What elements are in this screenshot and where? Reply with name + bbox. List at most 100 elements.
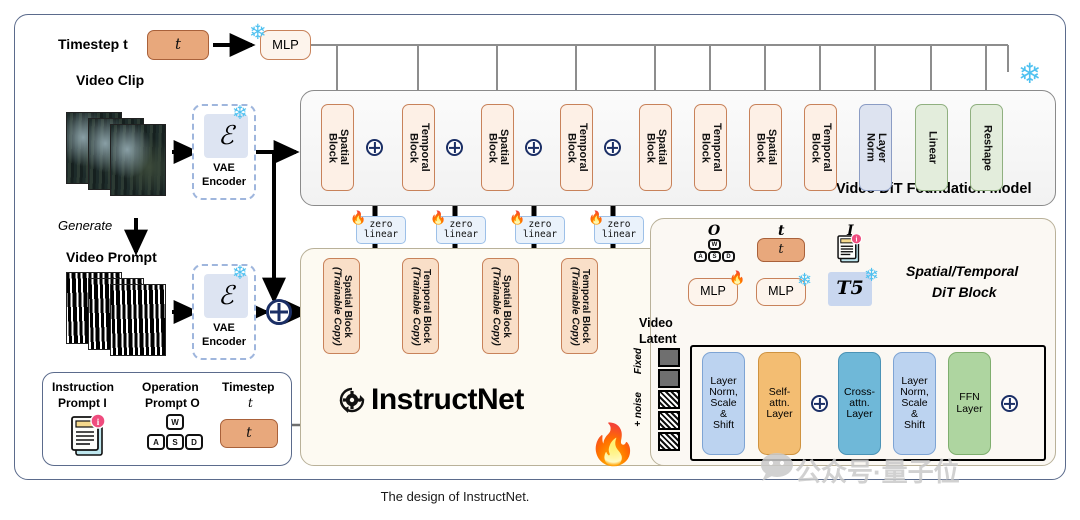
dit-block-7-line2: Block xyxy=(809,132,822,163)
latent-merge-node xyxy=(266,299,292,325)
dit-block-3: Temporal Block xyxy=(560,104,593,191)
dit-block-2-line1: Spatial xyxy=(498,129,511,166)
dit-block-5-line1: Temporal xyxy=(711,123,724,172)
fire-icon: 🔥 xyxy=(509,210,526,225)
generate-label: Generate xyxy=(58,218,113,233)
instructnet-block-1-line1: Temporal Block xyxy=(421,268,432,344)
instructnet-block-2-line2: (Trainable Copy) xyxy=(490,266,502,346)
instructnet-title: InstructNet xyxy=(371,383,524,416)
key-s: S xyxy=(708,251,721,262)
dit-layer-norm-line1: Layer xyxy=(876,132,889,163)
fire-icon: 🔥 xyxy=(588,423,638,467)
video-clip-label: Video Clip xyxy=(76,72,145,88)
key-s: S xyxy=(166,434,184,450)
latent-cell-fixed-0 xyxy=(658,348,680,367)
zero-linear-1-line2: linear xyxy=(443,229,479,240)
vae-label-line1: VAE xyxy=(213,162,235,174)
timestep-prompt-label-1: Timestep xyxy=(222,380,275,394)
dit-linear-block: Linear xyxy=(915,104,948,191)
timestep-label: Timestep t xyxy=(58,36,128,52)
dit-residual-add-0 xyxy=(366,139,383,156)
dit-residual-add-1 xyxy=(446,139,463,156)
zero-linear-3-line2: linear xyxy=(601,229,637,240)
dit-block-1-line1: Temporal xyxy=(419,123,432,172)
fire-icon: 🔥 xyxy=(588,210,605,225)
dit-block-2: Spatial Block xyxy=(481,104,514,191)
latent-cell-noise-2 xyxy=(658,432,680,451)
dit-block-4-line1: Spatial xyxy=(656,129,669,166)
figure-caption: The design of InstructNet. xyxy=(0,489,1080,504)
dit-block-2-line2: Block xyxy=(486,132,499,163)
instructnet-block-3: Temporal Block (Trainable Copy) xyxy=(561,258,598,354)
instructnet-block-0-line1: Spatial Block xyxy=(342,274,353,338)
dit-block-0-line2: Block xyxy=(326,132,339,163)
dit-residual-add-2 xyxy=(525,139,542,156)
dit-block-7: Temporal Block xyxy=(804,104,837,191)
dit-block-4-line2: Block xyxy=(644,132,657,163)
dit-block-6-line1: Spatial xyxy=(766,129,779,166)
snowflake-icon: ❄ xyxy=(1018,58,1042,89)
symbol-operation: O xyxy=(708,223,721,239)
video-prompt-label: Video Prompt xyxy=(66,249,157,265)
dit-block-panel-title-2: DiT Block xyxy=(932,284,997,300)
video-latent-label-2: Latent xyxy=(639,332,677,346)
zero-linear-0-line2: linear xyxy=(363,229,399,240)
operation-prompt-label-1: Operation xyxy=(142,380,199,394)
instructnet-block-0-line2: (Trainable Copy) xyxy=(331,266,343,346)
timestep-prompt-label-2: t xyxy=(248,396,253,410)
instructnet-block-2-line1: Spatial Block xyxy=(501,274,512,338)
dit-block-1: Temporal Block xyxy=(402,104,435,191)
dit-layer-norm-block: Layer Norm xyxy=(859,104,892,191)
key-d: D xyxy=(185,434,203,450)
video-prompt-frames xyxy=(66,268,176,364)
zero-linear-2-line2: linear xyxy=(522,229,558,240)
dit-block-5-line2: Block xyxy=(699,132,712,163)
figure-caption-text: The design of InstructNet. xyxy=(380,489,530,504)
dit-residual-add-3 xyxy=(604,139,621,156)
instructnet-gear-icon xyxy=(337,385,367,420)
instructnet-block-2: Spatial Block (Trainable Copy) xyxy=(482,258,519,354)
latent-fixed-label: Fixed xyxy=(633,348,644,375)
dit-block-inner-frame xyxy=(690,345,1046,461)
dit-reshape-block: Reshape xyxy=(970,104,1003,191)
snowflake-icon: ❄ xyxy=(232,263,248,284)
vae-label-line2: Encoder xyxy=(201,176,246,188)
prompt-timestep-box: t xyxy=(220,419,278,448)
instructnet-block-3-line1: Temporal Block xyxy=(580,268,591,344)
dit-block-6-line2: Block xyxy=(754,132,767,163)
dit-block-7-line1: Temporal xyxy=(821,123,834,172)
key-a: A xyxy=(147,434,165,450)
dit-block-3-line1: Temporal xyxy=(577,123,590,172)
dit-block-5: Temporal Block xyxy=(694,104,727,191)
dit-block-4: Spatial Block xyxy=(639,104,672,191)
key-w: W xyxy=(708,239,721,250)
dit-block-0: Spatial Block xyxy=(321,104,354,191)
snowflake-icon: ❄ xyxy=(249,21,267,44)
latent-noise-label: + noise xyxy=(633,392,644,427)
fire-icon: 🔥 xyxy=(350,210,367,225)
instructnet-block-0: Spatial Block (Trainable Copy) xyxy=(323,258,360,354)
figure-canvas: Timestep t t MLP ❄ Video Clip ℰ VAE Enco… xyxy=(0,0,1080,520)
watermark-chat-icon xyxy=(760,452,796,487)
dit-block-3-line2: Block xyxy=(565,132,578,163)
snowflake-icon: ❄ xyxy=(797,270,813,290)
fire-icon: 🔥 xyxy=(729,270,746,285)
video-latent-label-1: Video xyxy=(639,316,673,330)
instructnet-block-1-line2: (Trainable Copy) xyxy=(410,266,422,346)
dit-block-panel-title-1: Spatial/Temporal xyxy=(906,263,1019,279)
latent-cell-noise-1 xyxy=(658,411,680,430)
dit-block-6: Spatial Block xyxy=(749,104,782,191)
svg-text:i: i xyxy=(856,237,858,244)
key-a: A xyxy=(694,251,707,262)
vae-label-line1: VAE xyxy=(213,322,235,334)
instructnet-block-1: Temporal Block (Trainable Copy) xyxy=(402,258,439,354)
snowflake-icon: ❄ xyxy=(232,103,248,124)
key-d: D xyxy=(722,251,735,262)
instructnet-block-3-line2: (Trainable Copy) xyxy=(569,266,581,346)
key-w: W xyxy=(166,414,184,430)
instruction-prompt-label-2: Prompt I xyxy=(58,396,107,410)
video-clip-frames xyxy=(66,108,176,204)
mlp-timestep-block: MLP xyxy=(260,30,311,60)
instruction-document-icon: i xyxy=(836,233,866,269)
fire-icon: 🔥 xyxy=(430,210,447,225)
